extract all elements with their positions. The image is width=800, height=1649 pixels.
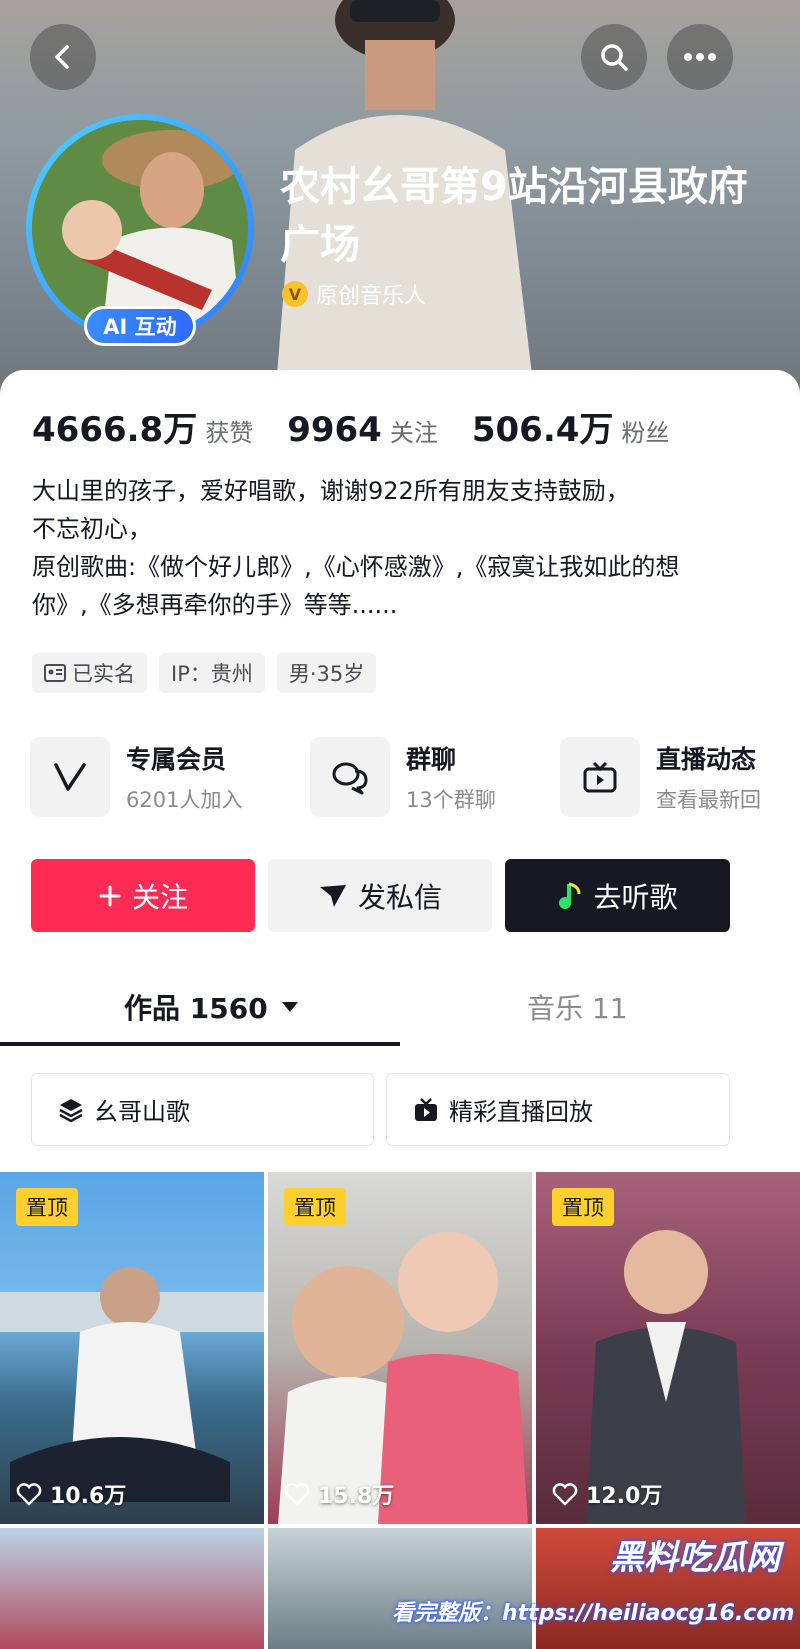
likes-value: 10.6万 [50,1484,127,1509]
cover-image: AI 互动 农村幺哥第9站沿河县政府广场 V 原创音乐人 [0,0,800,400]
collection-live-replay[interactable]: 精彩直播回放 [386,1073,730,1146]
stat-value: 9964 [287,410,382,450]
stat-label: 获赞 [205,419,254,447]
stat-label: 粉丝 [621,419,670,447]
verify-row: V 原创音乐人 [282,278,426,310]
bio-line: 不忘初心， [32,515,152,543]
feature-sub: 6201人加入 [126,788,243,812]
feature-sub: 查看最新回 [656,788,761,812]
tag-label: 已实名 [72,662,135,686]
likes-count: 10.6万 [16,1478,126,1510]
message-button[interactable]: 发私信 [268,859,492,932]
tag-label: IP：贵州 [171,662,253,686]
stat-following[interactable]: 9964 关注 [287,410,438,450]
feature-title: 直播动态 [656,745,757,774]
video-tile[interactable]: 置顶 15.8万 [268,1172,532,1524]
feature-live-updates[interactable]: 直播动态 查看最新回 [560,737,761,817]
heart-icon [16,1483,42,1506]
collection-shange[interactable]: 幺哥山歌 [31,1073,374,1146]
tab-works[interactable]: 作品 1560 [124,975,300,1039]
likes-value: 12.0万 [586,1484,663,1509]
collection-label: 幺哥山歌 [94,1098,190,1126]
caret-down-icon [281,1002,298,1012]
more-button[interactable] [667,24,733,90]
layers-icon [59,1098,83,1122]
heart-icon [284,1483,310,1506]
follow-label: 关注 [131,880,188,914]
content-tabs: 作品 1560 音乐 11 [0,975,800,1047]
pinned-badge: 置顶 [284,1188,346,1226]
video-tile[interactable] [268,1528,532,1649]
watermark-site: 黑料吃瓜网 [610,1538,780,1578]
v-membership-icon [54,763,86,791]
tag-gender-age: 男·35岁 [276,653,377,693]
stat-likes[interactable]: 4666.8万 获赞 [32,402,253,451]
music-note-icon [559,882,581,909]
pinned-badge: 置顶 [552,1188,614,1226]
profile-nickname: 农村幺哥第9站沿河县政府广场 [280,164,748,268]
profile-page: AI 互动 农村幺哥第9站沿河县政府广场 V 原创音乐人 4666.8万 获赞 9… [0,0,800,1649]
id-card-icon [44,664,66,682]
group-chat-icon-box [310,737,390,817]
avatar-photo [32,120,248,336]
tab-indicator [0,1042,400,1046]
likes-count: 12.0万 [552,1478,662,1510]
tag-ip: IP：贵州 [159,653,265,693]
feature-group-chat[interactable]: 群聊 13个群聊 [310,737,496,817]
send-icon [319,884,346,907]
stat-value: 4666.8万 [32,410,198,450]
likes-count: 15.8万 [284,1478,394,1510]
group-chat-icon [332,762,368,795]
pinned-badge: 置顶 [16,1188,78,1226]
tv-play-icon [415,1097,437,1121]
collection-label: 精彩直播回放 [449,1098,593,1126]
tab-label: 作品 1560 [124,992,268,1025]
tab-music[interactable]: 音乐 11 [527,975,628,1039]
tab-label: 音乐 11 [527,992,628,1025]
feature-membership[interactable]: 专属会员 6201人加入 [30,737,242,817]
search-icon [601,44,628,71]
membership-icon-box [30,737,110,817]
bio-line: 你》,《多想再牵你的手》等等...... [32,591,398,619]
ai-interact-badge[interactable]: AI 互动 [84,306,196,346]
back-button[interactable] [30,24,96,90]
listen-music-button[interactable]: 去听歌 [505,859,730,932]
follow-button[interactable]: 关注 [31,859,255,932]
tag-label: 男·35岁 [288,662,365,686]
likes-value: 15.8万 [318,1484,395,1509]
feature-sub: 13个群聊 [406,788,496,812]
verify-label: 原创音乐人 [316,284,427,309]
stat-label: 关注 [389,419,438,447]
video-tile[interactable]: 置顶 10.6万 [0,1172,264,1524]
watermark-url: 看完整版：https://heiliaocg16.com [392,1601,795,1626]
bio-line: 原创歌曲:《做个好儿郎》,《心怀感激》,《寂寞让我如此的想 [32,553,680,581]
chevron-left-icon [55,45,69,69]
listen-music-label: 去听歌 [593,880,678,914]
verified-icon: V [282,281,308,307]
profile-tags: 已实名 IP：贵州 男·35岁 [32,653,377,693]
stat-value: 506.4万 [471,410,614,450]
bio-line: 大山里的孩子，爱好唱歌，谢谢922所有朋友支持鼓励， [32,477,630,505]
feature-title: 群聊 [406,745,457,774]
stat-followers[interactable]: 506.4万 粉丝 [472,402,670,451]
heart-icon [552,1483,578,1506]
feature-title: 专属会员 [126,745,227,774]
live-icon-box [560,737,640,817]
tag-verified: 已实名 [32,653,147,693]
tv-icon [583,761,617,793]
stats-row: 4666.8万 获赞 9964 关注 506.4万 粉丝 [32,402,703,451]
more-dots-icon [684,53,716,61]
plus-icon [99,885,121,906]
message-label: 发私信 [357,880,442,914]
profile-bio: 大山里的孩子，爱好唱歌，谢谢922所有朋友支持鼓励， 不忘初心， 原创歌曲:《做… [32,472,772,624]
video-tile[interactable] [0,1528,264,1649]
search-button[interactable] [581,24,647,90]
video-tile[interactable]: 置顶 12.0万 [536,1172,800,1524]
